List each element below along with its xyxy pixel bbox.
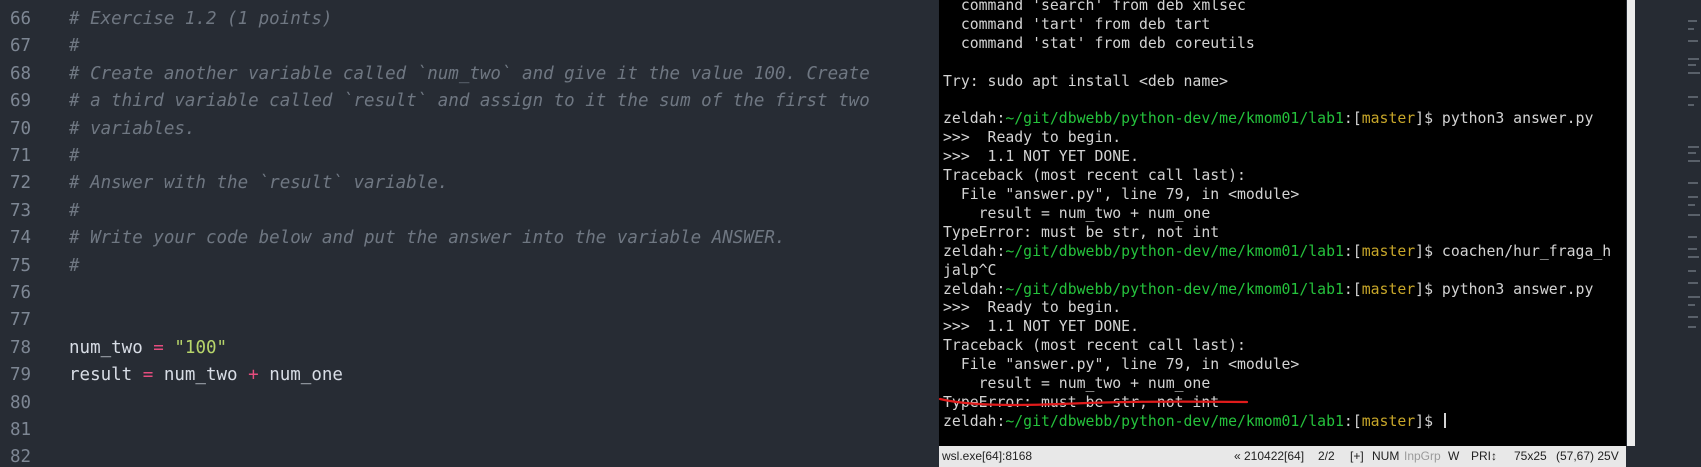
red-underline-annotation — [938, 397, 1249, 407]
status-process: wsl.exe[64]:8168 — [942, 449, 1033, 463]
minimap-mark — [1688, 204, 1695, 206]
minimap-mark — [1688, 256, 1699, 258]
minimap-mark — [1688, 104, 1694, 106]
minimap-mark — [1688, 196, 1698, 198]
status-pri: PRI↕ — [1471, 449, 1498, 463]
status-size: 75x25 — [1514, 449, 1547, 463]
minimap-mark — [1688, 326, 1696, 328]
minimap-mark — [1688, 270, 1696, 272]
status-lock: [+] — [1350, 449, 1364, 463]
minimap-mark — [1688, 146, 1699, 148]
status-cursor-pos: (57,67) 25V — [1556, 449, 1619, 463]
minimap-mark — [1688, 72, 1700, 74]
minimap-mark — [1688, 40, 1698, 42]
status-inpgrp: InpGrp — [1404, 449, 1441, 463]
minimap-mark — [1688, 214, 1700, 216]
minimap-mark — [1688, 236, 1697, 238]
editor-minimap[interactable] — [1688, 0, 1701, 360]
minimap-mark — [1688, 96, 1698, 98]
minimap-mark — [1688, 296, 1700, 298]
minimap-mark — [1688, 58, 1699, 60]
minimap-mark — [1688, 64, 1696, 66]
minimap-mark — [1688, 182, 1698, 184]
minimap-mark — [1688, 28, 1694, 30]
minimap-mark — [1688, 316, 1698, 318]
status-w: W — [1448, 449, 1460, 463]
terminal-status-bar: wsl.exe[64]:8168 « 210422[64] 2/2 [+] NU… — [939, 446, 1626, 467]
minimap-mark — [1688, 20, 1697, 22]
status-tabs: 2/2 — [1318, 449, 1335, 463]
minimap-mark — [1688, 304, 1695, 306]
minimap-mark — [1688, 160, 1700, 162]
minimap-mark — [1688, 152, 1696, 154]
minimap-mark — [1688, 248, 1697, 250]
status-buffer: « 210422[64] — [1234, 449, 1305, 463]
minimap-mark — [1688, 282, 1698, 284]
terminal-scrollbar[interactable] — [1627, 0, 1635, 446]
status-num: NUM — [1372, 449, 1400, 463]
